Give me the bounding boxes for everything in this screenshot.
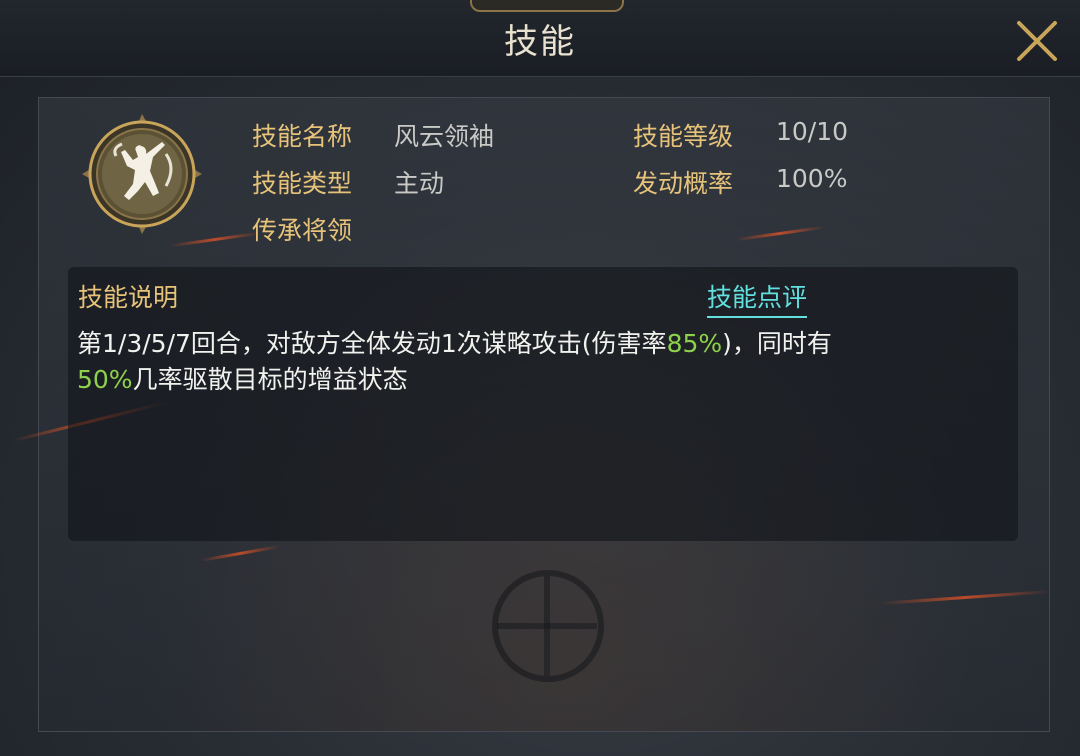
title-bar: 技能	[0, 0, 1080, 77]
close-icon[interactable]	[1012, 18, 1062, 64]
skill-type-label: 技能类型	[252, 169, 353, 198]
description-title: 技能说明	[78, 283, 179, 312]
inherit-general-label: 传承将领	[252, 216, 353, 245]
skill-level-value: 10/10	[776, 117, 849, 146]
close-button[interactable]	[1012, 18, 1062, 64]
skill-name-label: 技能名称	[252, 122, 353, 151]
title-ornament	[470, 0, 624, 12]
skill-level-label: 技能等级	[633, 122, 734, 151]
trigger-rate-value: 100%	[776, 164, 848, 193]
damage-rate-highlight: 85%	[666, 329, 723, 358]
warrior-figure-emblem-icon	[82, 114, 202, 234]
dispel-chance-highlight: 50%	[77, 365, 133, 394]
skill-review-link[interactable]: 技能点评	[707, 278, 808, 318]
skill-description-text: 第1/3/5/7回合，对敌方全体发动1次谋略攻击(伤害率85%)，同时有 50%几…	[77, 326, 1012, 398]
description-text-part: )，同时有	[722, 329, 832, 358]
description-text-part: 第1/3/5/7回合，对敌方全体发动1次谋略攻击(伤害率	[77, 329, 667, 358]
description-text-part: 几率驱散目标的增益状态	[132, 365, 408, 394]
background-wheel	[492, 570, 604, 682]
trigger-rate-label: 发动概率	[633, 169, 734, 198]
skill-type-value: 主动	[394, 169, 445, 198]
window-title: 技能	[504, 22, 576, 62]
description-box	[68, 267, 1018, 541]
skill-name-value: 风云领袖	[394, 122, 495, 151]
